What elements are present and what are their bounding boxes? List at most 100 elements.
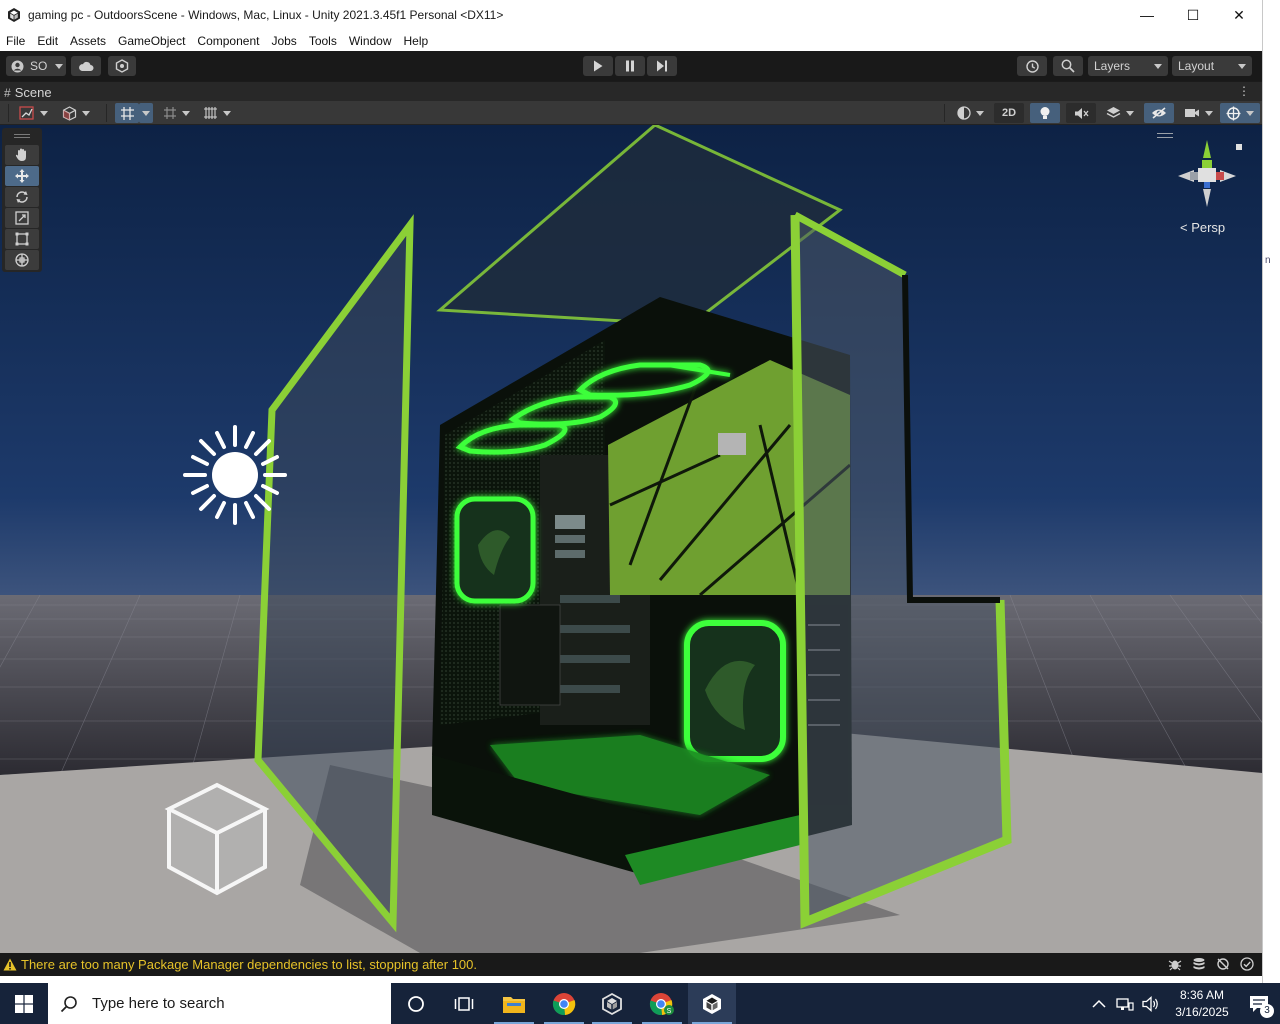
clock-date: 3/16/2025 <box>1175 1004 1229 1019</box>
search-placeholder: Type here to search <box>92 995 225 1012</box>
shading-dropdown[interactable] <box>56 103 96 123</box>
warning-icon <box>3 958 17 971</box>
grid-snap-icon <box>120 106 134 120</box>
layout-dropdown[interactable]: Layout <box>1172 56 1252 76</box>
layers-effects-icon <box>1106 107 1121 118</box>
search-button[interactable] <box>1053 56 1083 76</box>
menu-gameobject[interactable]: GameObject <box>112 34 191 48</box>
audio-muted-icon <box>1074 107 1089 119</box>
maximize-button[interactable]: ☐ <box>1170 0 1216 30</box>
cube-object-icon <box>164 782 270 896</box>
menu-component[interactable]: Component <box>191 34 265 48</box>
directional-light-icon <box>183 425 287 525</box>
tab-scene[interactable]: # Scene <box>4 83 52 102</box>
render-mode-dropdown[interactable] <box>950 103 990 123</box>
transform-tool-button[interactable] <box>5 250 39 270</box>
play-button[interactable] <box>583 56 613 76</box>
effects-dropdown[interactable] <box>1100 103 1140 123</box>
scene-render <box>0 125 1262 953</box>
undo-history-button[interactable] <box>1017 56 1047 76</box>
debug-bug-icon[interactable] <box>1168 957 1182 971</box>
hidden-objects-toggle[interactable] <box>1144 103 1174 123</box>
mode-2d-toggle[interactable]: 2D <box>994 103 1024 123</box>
scale-tool-icon <box>15 211 29 225</box>
menu-edit[interactable]: Edit <box>31 34 64 48</box>
rotate-tool-icon <box>16 191 28 203</box>
show-hidden-icons-chevron-icon[interactable] <box>1092 999 1106 1009</box>
unity-editor-window: gaming pc - OutdoorsScene - Windows, Mac… <box>0 0 1280 1024</box>
pause-icon <box>626 60 634 72</box>
step-button[interactable] <box>647 56 677 76</box>
minimize-button[interactable]: — <box>1124 0 1170 30</box>
menu-jobs[interactable]: Jobs <box>265 34 302 48</box>
menu-window[interactable]: Window <box>343 34 398 48</box>
hand-tool-button[interactable] <box>5 145 39 165</box>
camera-settings-dropdown[interactable] <box>1178 103 1218 123</box>
gizmo-grip[interactable] <box>1157 133 1173 138</box>
lightbulb-icon <box>1040 106 1050 119</box>
increment-snap-dropdown[interactable] <box>158 103 194 123</box>
taskbar-clock[interactable]: 8:36 AM 3/16/2025 <box>1166 987 1238 1021</box>
pause-button[interactable] <box>615 56 645 76</box>
windows-logo-icon <box>15 994 33 1013</box>
chevron-down-icon <box>181 110 190 116</box>
rect-tool-button[interactable] <box>5 229 39 249</box>
cloud-button[interactable] <box>71 56 101 76</box>
gizmos-dropdown[interactable] <box>1220 103 1260 123</box>
grid-snap-dropdown[interactable] <box>139 103 153 123</box>
chrome-icon <box>552 992 576 1015</box>
taskbar-unity-hub[interactable] <box>588 983 636 1024</box>
draw-mode-dropdown[interactable] <box>14 103 52 123</box>
cortana-button[interactable] <box>392 983 440 1024</box>
taskbar-chrome[interactable] <box>540 983 588 1024</box>
palette-grip[interactable] <box>14 134 30 138</box>
side-fan-left <box>454 496 536 604</box>
taskbar-unity-editor[interactable] <box>688 983 736 1024</box>
grid-snap-toggle[interactable] <box>115 103 139 123</box>
volume-icon[interactable] <box>1142 995 1160 1012</box>
chevron-down-icon <box>39 110 48 116</box>
menu-help[interactable]: Help <box>398 34 435 48</box>
account-dropdown[interactable]: SO <box>6 56 66 76</box>
tab-menu-button[interactable]: ⋮ <box>1238 84 1250 98</box>
chevron-down-icon <box>975 110 984 116</box>
cache-server-icon[interactable] <box>1192 957 1206 971</box>
auto-generate-lighting-icon[interactable] <box>1216 957 1230 971</box>
scale-tool-button[interactable] <box>5 208 39 228</box>
taskbar-file-explorer[interactable] <box>490 983 538 1024</box>
scene-viewport[interactable] <box>0 125 1262 953</box>
menu-tools[interactable]: Tools <box>303 34 343 48</box>
rotate-tool-button[interactable] <box>5 187 39 207</box>
layout-label: Layout <box>1178 59 1215 73</box>
cube-icon <box>62 105 77 121</box>
status-message[interactable]: There are too many Package Manager depen… <box>21 957 477 972</box>
progress-check-icon[interactable] <box>1240 957 1254 971</box>
unity-logo-icon <box>703 993 721 1014</box>
notification-center-button[interactable]: 3 <box>1238 983 1280 1024</box>
layers-dropdown[interactable]: Layers <box>1088 56 1168 76</box>
task-view-button[interactable] <box>440 983 488 1024</box>
title-bar: gaming pc - OutdoorsScene - Windows, Mac… <box>0 0 1262 30</box>
search-icon <box>1061 59 1075 73</box>
menu-assets[interactable]: Assets <box>64 34 112 48</box>
lighting-toggle[interactable] <box>1030 103 1060 123</box>
search-icon <box>60 995 77 1012</box>
start-button[interactable] <box>0 983 48 1024</box>
taskbar-search-box[interactable]: Type here to search <box>48 983 391 1024</box>
chrome-profile-icon: S <box>649 992 674 1015</box>
close-button[interactable]: ✕ <box>1216 0 1262 30</box>
sphere-icon <box>956 106 971 120</box>
psu-port <box>718 433 746 455</box>
grid-visibility-dropdown[interactable] <box>198 103 236 123</box>
projection-label[interactable]: < Persp <box>1180 220 1225 235</box>
scene-toolbar: 2D <box>0 101 1262 125</box>
svg-text:S: S <box>667 1008 672 1015</box>
collab-button[interactable] <box>108 56 136 76</box>
menu-file[interactable]: File <box>0 34 31 48</box>
orientation-gizmo[interactable]: < Persp <box>1172 132 1244 240</box>
account-icon <box>11 60 24 72</box>
taskbar-chrome-profile[interactable]: S <box>638 983 686 1024</box>
move-tool-button[interactable] <box>5 166 39 186</box>
network-icon[interactable] <box>1116 996 1134 1012</box>
audio-toggle[interactable] <box>1066 103 1096 123</box>
